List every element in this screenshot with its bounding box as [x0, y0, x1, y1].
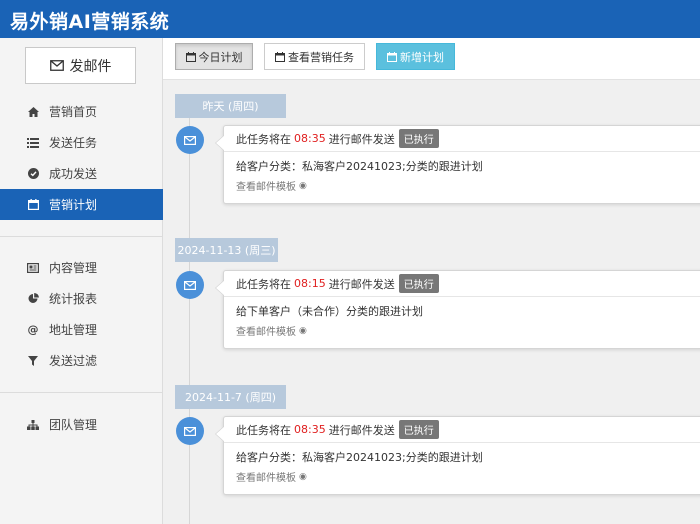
card-prefix: 此任务将在 [236, 277, 291, 291]
calendar-icon [275, 51, 285, 62]
timeline-date: 2024-11-13 (周三) [175, 238, 278, 262]
card-suffix: 进行邮件发送 [328, 423, 395, 437]
toolbar: 今日计划 查看营销任务 新增计划 [163, 38, 700, 80]
eye-icon: ◉ [299, 180, 307, 191]
card-header: 此任务将在 08:15 进行邮件发送 已执行 [224, 271, 700, 297]
plan-card: 此任务将在 08:35 进行邮件发送 已执行 给客户分类：私海客户2024102… [215, 125, 700, 204]
view-template-link[interactable]: 查看邮件模板 ◉ [236, 323, 700, 339]
sidebar-item-label: 营销计划 [49, 198, 98, 212]
status-badge: 已执行 [398, 420, 439, 439]
sidebar-item-label: 团队管理 [49, 418, 98, 432]
check-circle-icon [27, 168, 39, 180]
list-icon [27, 137, 39, 149]
view-template-link[interactable]: 查看邮件模板 ◉ [236, 178, 700, 194]
view-template-label: 查看邮件模板 [236, 473, 296, 484]
send-time: 08:35 [294, 132, 326, 145]
sidebar-item-label: 地址管理 [49, 323, 98, 337]
sitemap-icon [27, 419, 39, 431]
timeline-line [189, 116, 190, 524]
card-prefix: 此任务将在 [236, 423, 291, 437]
at-icon: @ [27, 323, 39, 336]
timeline-date: 2024-11-7 (周四) [175, 385, 286, 409]
timeline-envelope-icon [176, 417, 204, 445]
nav-divider [0, 236, 163, 237]
sidebar-item-label: 统计报表 [49, 292, 98, 306]
top-bar: 易外销AI营销系统 [0, 0, 700, 38]
sidebar-item-label: 发送任务 [49, 136, 98, 150]
envelope-icon [49, 60, 64, 71]
sidebar-item-filters[interactable]: 发送过滤 [0, 345, 163, 376]
sidebar-item-reports[interactable]: 统计报表 [0, 283, 163, 314]
card-prefix: 此任务将在 [236, 132, 291, 146]
card-suffix: 进行邮件发送 [328, 277, 395, 291]
compose-email-label: 发邮件 [69, 58, 112, 75]
filter-icon [27, 355, 39, 367]
card-description: 给客户分类：私海客户20241023;分类的跟进计划 [236, 451, 483, 464]
status-badge: 已执行 [398, 129, 439, 148]
view-tasks-label: 查看营销任务 [288, 50, 354, 64]
add-plan-label: 新增计划 [400, 50, 444, 64]
timeline-date: 昨天 (周四) [175, 94, 286, 118]
eye-icon: ◉ [299, 325, 307, 336]
pie-chart-icon [27, 293, 39, 305]
timeline-envelope-icon [176, 271, 204, 299]
sidebar-item-label: 发送过滤 [49, 354, 98, 368]
view-template-label: 查看邮件模板 [236, 327, 296, 338]
add-plan-button[interactable]: 新增计划 [376, 43, 455, 70]
sidebar-item-team[interactable]: 团队管理 [0, 409, 163, 440]
view-template-label: 查看邮件模板 [236, 182, 296, 193]
card-header: 此任务将在 08:35 进行邮件发送 已执行 [224, 417, 700, 443]
view-tasks-button[interactable]: 查看营销任务 [264, 43, 365, 70]
sidebar-item-content[interactable]: 内容管理 [0, 252, 163, 283]
sidebar-item-marketing-plan[interactable]: 营销计划 [0, 189, 163, 220]
sidebar-item-send-tasks[interactable]: 发送任务 [0, 127, 163, 158]
card-description: 给客户分类：私海客户20241023;分类的跟进计划 [236, 160, 483, 173]
send-time: 08:15 [294, 277, 326, 290]
calendar-icon [27, 199, 39, 211]
sidebar-item-sent-success[interactable]: 成功发送 [0, 158, 163, 189]
card-suffix: 进行邮件发送 [328, 132, 395, 146]
card-header: 此任务将在 08:35 进行邮件发送 已执行 [224, 126, 700, 152]
sidebar-item-label: 营销首页 [49, 105, 98, 119]
main-content: 今日计划 查看营销任务 新增计划 昨天 (周四) 此任务将在 08:35 进行邮… [163, 38, 700, 524]
app-title: 易外销AI营销系统 [10, 11, 170, 33]
plan-card: 此任务将在 08:35 进行邮件发送 已执行 给客户分类：私海客户2024102… [215, 416, 700, 495]
timeline-envelope-icon [176, 126, 204, 154]
nav-divider [0, 392, 163, 393]
calendar-icon [387, 51, 397, 62]
newspaper-icon [27, 262, 39, 274]
card-description: 给下单客户（未合作）分类的跟进计划 [236, 305, 423, 318]
status-badge: 已执行 [398, 274, 439, 293]
view-template-link[interactable]: 查看邮件模板 ◉ [236, 469, 700, 485]
send-time: 08:35 [294, 423, 326, 436]
sidebar-item-label: 内容管理 [49, 261, 98, 275]
sidebar: 发邮件 营销首页 发送任务 成功发送 营销计划 内容管理 统计报表 @ 地址管理… [0, 38, 163, 524]
calendar-icon [185, 51, 196, 62]
today-plan-label: 今日计划 [198, 50, 243, 64]
sidebar-item-home[interactable]: 营销首页 [0, 96, 163, 127]
sidebar-item-label: 成功发送 [49, 167, 98, 181]
today-plan-button[interactable]: 今日计划 [175, 43, 253, 70]
compose-email-button[interactable]: 发邮件 [25, 47, 136, 84]
plan-card: 此任务将在 08:15 进行邮件发送 已执行 给下单客户（未合作）分类的跟进计划… [215, 270, 700, 349]
sidebar-item-addresses[interactable]: @ 地址管理 [0, 314, 163, 345]
eye-icon: ◉ [299, 471, 307, 482]
home-icon [27, 106, 39, 118]
